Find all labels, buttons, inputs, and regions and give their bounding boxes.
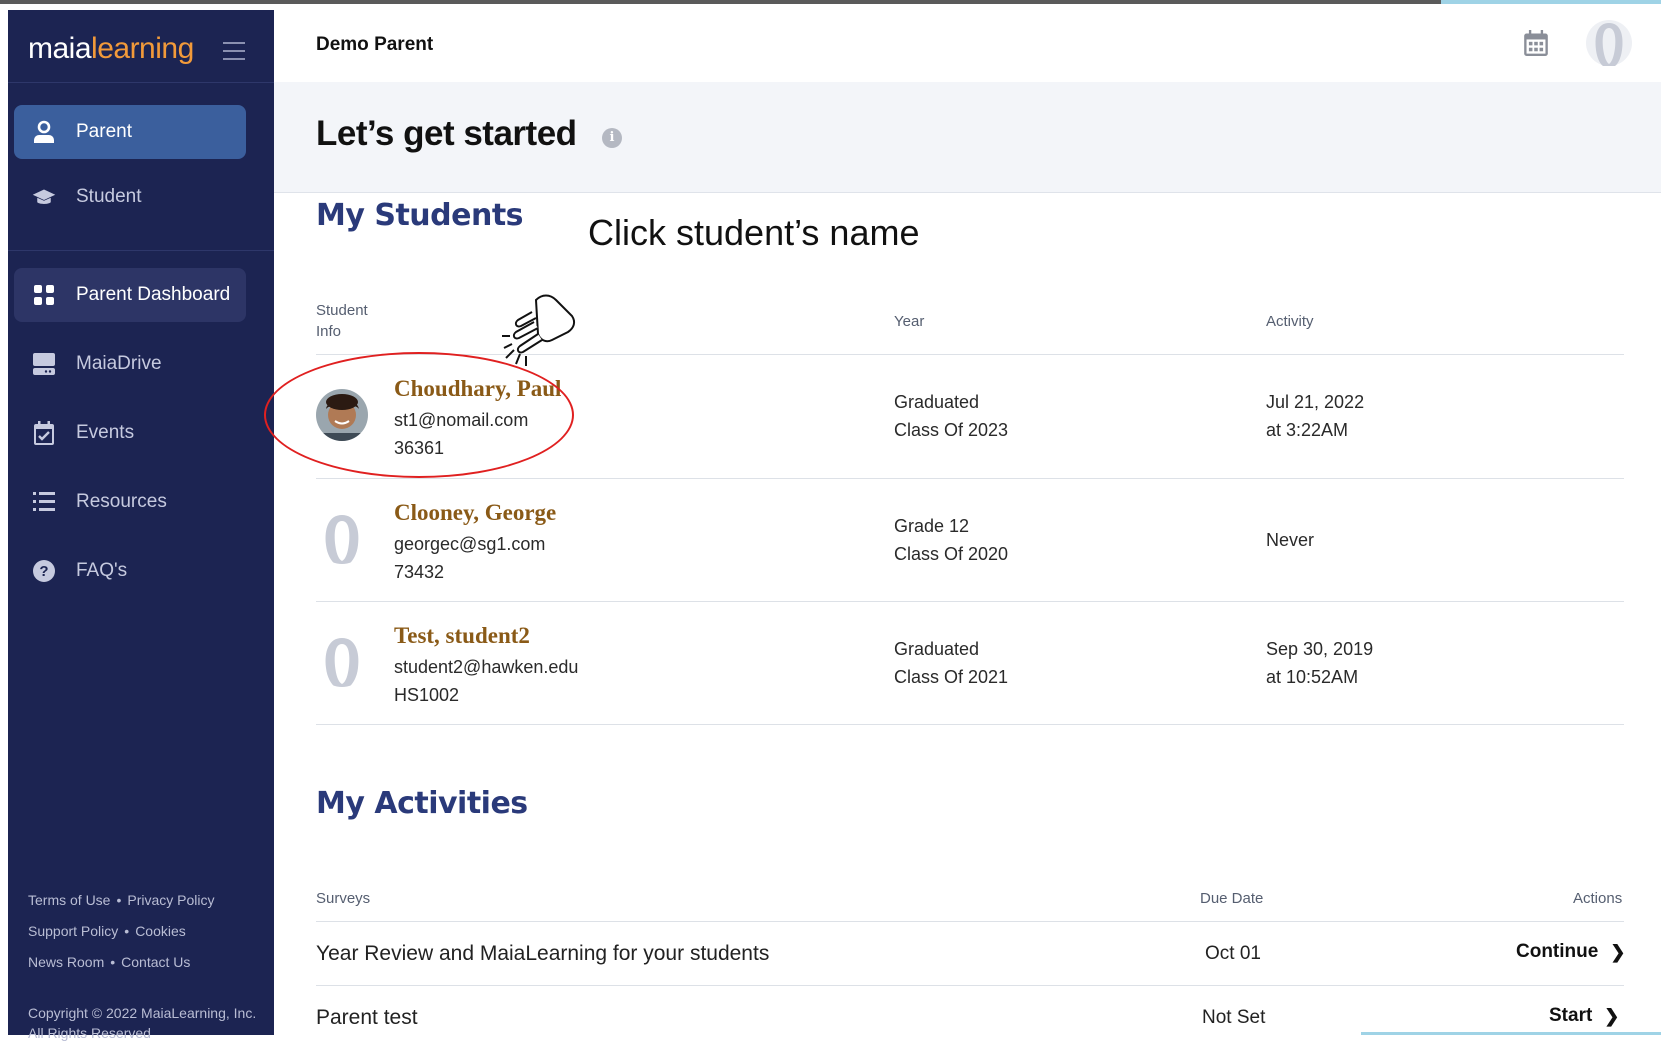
my-activities-title: My Activities [316, 786, 528, 821]
hamburger-menu-icon[interactable] [223, 42, 245, 66]
cookies-link[interactable]: Cookies [135, 923, 186, 939]
student-avatar-placeholder[interactable] [316, 512, 368, 564]
column-header-surveys: Surveys [316, 890, 371, 907]
role-parent[interactable]: Parent [14, 105, 246, 159]
drive-icon [32, 352, 56, 376]
divider [8, 82, 274, 83]
page-title: Let’s get started [316, 114, 577, 153]
nav-label: FAQ's [76, 560, 128, 581]
question-circle-icon: ? [32, 559, 56, 583]
pointing-hand-icon [502, 294, 576, 366]
calendar-check-icon [32, 421, 56, 445]
nav-label: Resources [76, 491, 167, 512]
student-id: HS1002 [394, 685, 460, 705]
student-activity: Never [1266, 530, 1315, 550]
nav-label: Events [76, 422, 135, 443]
dashboard-grid-icon [32, 283, 56, 307]
terms-link[interactable]: Terms of Use [28, 892, 110, 908]
column-header-student-info: Student Info [316, 302, 368, 340]
info-icon[interactable]: i [602, 128, 622, 148]
column-header-year: Year [894, 313, 925, 330]
survey-due-date: Oct 01 [1205, 943, 1261, 964]
divider [316, 921, 1624, 922]
copyright-text: Copyright © 2022 MaiaLearning, Inc. All … [28, 1005, 257, 1041]
role-label: Parent [76, 121, 132, 142]
svg-text:?: ? [39, 563, 48, 580]
nav-label: MaiaDrive [76, 353, 162, 374]
page-header: Let’s get started i [274, 82, 1661, 193]
news-link[interactable]: News Room [28, 954, 104, 970]
divider [316, 601, 1624, 602]
student-id: 73432 [394, 562, 445, 582]
student-activity: Sep 30, 2019 at 10:52AM [1266, 639, 1374, 687]
role-student[interactable]: Student [14, 170, 246, 224]
student-name-link[interactable]: Test, student2 [394, 623, 530, 649]
my-students-title: My Students [316, 198, 524, 233]
start-button[interactable]: Start ❯ [1549, 1005, 1619, 1027]
nav-parent-dashboard[interactable]: Parent Dashboard [14, 268, 246, 322]
student-name-link[interactable]: Clooney, George [394, 500, 556, 526]
student-year: Graduated Class Of 2023 [894, 392, 1009, 440]
nav-label: Parent Dashboard [76, 284, 231, 305]
student-activity: Jul 21, 2022 at 3:22AM [1266, 392, 1365, 440]
user-avatar-icon[interactable] [1586, 20, 1632, 66]
survey-name: Year Review and MaiaLearning for your st… [316, 942, 770, 965]
divider [316, 478, 1624, 479]
column-header-due-date: Due Date [1200, 890, 1264, 907]
role-label: Student [76, 186, 142, 207]
user-name: Demo Parent [316, 34, 434, 55]
nav-faqs[interactable]: ? FAQ's [14, 544, 246, 598]
tutorial-instruction: Click student’s name [588, 212, 920, 253]
top-bar: Demo Parent [274, 4, 1661, 83]
footer-links: Terms of Use • Privacy Policy Support Poli… [28, 892, 215, 970]
student-year: Graduated Class Of 2021 [894, 639, 1009, 687]
nav-events[interactable]: Events [14, 406, 246, 460]
highlight-circle [264, 352, 574, 478]
contact-link[interactable]: Contact Us [121, 954, 190, 970]
column-header-activity: Activity [1266, 313, 1314, 330]
student-avatar-placeholder[interactable] [316, 635, 368, 687]
support-link[interactable]: Support Policy [28, 923, 118, 939]
survey-name: Parent test [316, 1006, 418, 1029]
continue-button[interactable]: Continue ❯ [1516, 941, 1625, 963]
privacy-link[interactable]: Privacy Policy [127, 892, 214, 908]
column-header-actions: Actions [1573, 890, 1623, 907]
graduation-cap-icon [32, 185, 56, 209]
chevron-right-icon: ❯ [1610, 941, 1626, 962]
student-email: student2@hawken.edu [394, 657, 579, 677]
app-logo[interactable]: maialearning [28, 32, 194, 66]
nav-resources[interactable]: Resources [14, 475, 246, 529]
survey-due-date: Not Set [1202, 1007, 1266, 1028]
calendar-icon[interactable] [1524, 30, 1548, 56]
divider [316, 985, 1624, 986]
nav-maiadrive[interactable]: MaiaDrive [14, 337, 246, 391]
divider [8, 250, 274, 251]
list-icon [32, 490, 56, 514]
sidebar: maialearning Parent Student Parent Dashb… [8, 10, 274, 1041]
chevron-right-icon: ❯ [1604, 1005, 1620, 1026]
person-icon [32, 120, 56, 144]
student-year: Grade 12 Class Of 2020 [894, 516, 1009, 564]
divider [316, 724, 1624, 725]
student-email: georgec@sg1.com [394, 534, 546, 554]
